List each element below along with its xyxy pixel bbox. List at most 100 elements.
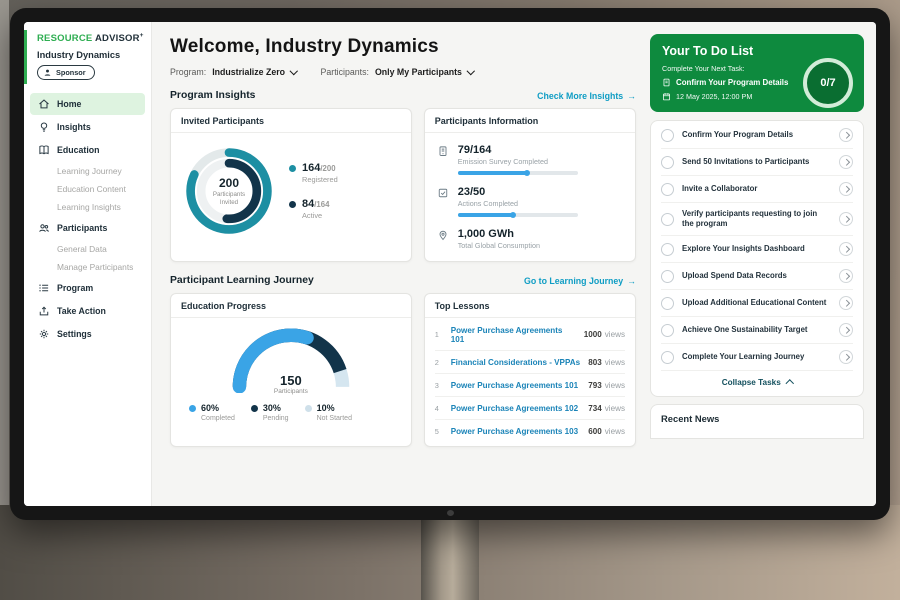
sidebar-item-learning-journey[interactable]: Learning Journey: [30, 162, 145, 180]
sidebar-item-learning-insights[interactable]: Learning Insights: [30, 198, 145, 216]
sidebar-item-participants[interactable]: Participants: [30, 217, 145, 239]
views-suffix: views: [605, 381, 625, 390]
stat-content: 79/164 Emission Survey Completed: [458, 144, 578, 175]
education-progress-card: Education Progress 150 Parti: [170, 293, 412, 447]
sidebar-item-take-action[interactable]: Take Action: [30, 300, 145, 322]
logo-plus: +: [140, 32, 144, 39]
chevron-right-icon: [843, 327, 849, 333]
calendar-icon: [662, 92, 671, 101]
task-row-verify-participants[interactable]: Verify participants requesting to join t…: [661, 203, 853, 236]
lesson-views: 803views: [588, 358, 625, 367]
sidebar-item-education-content[interactable]: Education Content: [30, 180, 145, 198]
checkbox-circle-icon[interactable]: [661, 183, 674, 196]
checkbox-circle-icon[interactable]: [661, 129, 674, 142]
views-value: 803: [588, 358, 602, 367]
pending-label: Pending: [263, 415, 289, 422]
program-select-value: Industrialize Zero: [212, 67, 285, 77]
task-row-achieve-sustainability-target[interactable]: Achieve One Sustainability Target: [661, 317, 853, 344]
recent-news-card: Recent News: [650, 404, 864, 439]
legend-dot-not-started: [305, 405, 312, 412]
task-row-complete-learning-journey[interactable]: Complete Your Learning Journey: [661, 344, 853, 371]
task-row-upload-spend-data[interactable]: Upload Spend Data Records: [661, 263, 853, 290]
registered-label: Registered: [302, 175, 338, 184]
actions-completed-value: 23/50: [458, 186, 578, 198]
task-label: Complete Your Learning Journey: [682, 352, 831, 362]
participants-filter: Participants: Only My Participants: [321, 67, 474, 77]
monitor-logo-dot: [447, 510, 454, 516]
sidebar-item-education[interactable]: Education: [30, 139, 145, 161]
checkbox-circle-icon[interactable]: [661, 156, 674, 169]
task-open-button[interactable]: [839, 242, 853, 256]
task-row-confirm-program[interactable]: Confirm Your Program Details: [661, 122, 853, 149]
active-label: Active: [302, 211, 329, 220]
insights-icon: [38, 121, 50, 133]
task-open-button[interactable]: [839, 212, 853, 226]
task-open-button[interactable]: [839, 155, 853, 169]
task-open-button[interactable]: [839, 128, 853, 142]
program-icon: [38, 282, 50, 294]
checkbox-circle-icon[interactable]: [661, 270, 674, 283]
sidebar-item-settings[interactable]: Settings: [30, 323, 145, 345]
lesson-link[interactable]: Financial Considerations - VPPAs: [451, 358, 581, 367]
legend-text: 164/200 Registered: [302, 162, 338, 184]
task-open-button[interactable]: [839, 296, 853, 310]
task-open-button[interactable]: [839, 350, 853, 364]
todo-next-task-label: Confirm Your Program Details: [676, 78, 788, 87]
actions-completed-progressbar: [458, 213, 578, 217]
completed-label: Completed: [201, 415, 235, 422]
views-suffix: views: [605, 404, 625, 413]
lesson-views: 600views: [588, 427, 625, 436]
program-select[interactable]: Industrialize Zero: [212, 67, 296, 77]
lesson-link[interactable]: Power Purchase Agreements 103: [451, 427, 581, 436]
not-started-value: 10%: [317, 403, 335, 413]
learning-journey-header: Participant Learning Journey Go to Learn…: [170, 275, 636, 286]
task-open-button[interactable]: [839, 269, 853, 283]
monitor-bezel: RESOURCE ADVISOR+ Industry Dynamics Spon…: [10, 8, 890, 520]
checkbox-circle-icon[interactable]: [661, 243, 674, 256]
chevron-up-icon: [786, 380, 794, 388]
task-open-button[interactable]: [839, 323, 853, 337]
collapse-tasks-button[interactable]: Collapse Tasks: [661, 371, 853, 395]
sidebar-item-label: Participants: [57, 223, 107, 233]
emission-survey-progressbar: [458, 171, 578, 175]
checkbox-circle-icon[interactable]: [661, 324, 674, 337]
take-action-icon: [38, 305, 50, 317]
org-name: Industry Dynamics: [37, 50, 145, 60]
content-area: Welcome, Industry Dynamics Program: Indu…: [152, 22, 876, 506]
check-more-insights-link[interactable]: Check More Insights →: [537, 91, 636, 101]
task-open-button[interactable]: [839, 182, 853, 196]
views-value: 600: [588, 427, 602, 436]
checkbox-circle-icon[interactable]: [661, 297, 674, 310]
program-insights-cards: Invited Participants 200: [170, 108, 636, 262]
go-to-learning-journey-link[interactable]: Go to Learning Journey →: [524, 276, 636, 286]
lesson-link[interactable]: Power Purchase Agreements 101: [451, 381, 581, 390]
views-suffix: views: [605, 427, 625, 436]
sidebar-item-insights[interactable]: Insights: [30, 116, 145, 138]
active-total: /164: [314, 200, 329, 209]
invited-card-body: 200 Participants Invited 164/200 Registe: [171, 133, 411, 251]
legend-item-completed: 60% Completed: [189, 403, 235, 422]
lesson-link[interactable]: Power Purchase Agreements 102: [451, 404, 581, 413]
sponsor-badge: Sponsor: [37, 65, 95, 80]
todo-summary-card: Your To Do List Complete Your Next Task:…: [650, 34, 864, 112]
sponsor-icon: [43, 68, 52, 77]
stat-emission-survey: 79/164 Emission Survey Completed: [437, 144, 623, 175]
task-label: Explore Your Insights Dashboard: [682, 244, 831, 254]
participants-select[interactable]: Only My Participants: [375, 67, 474, 77]
invited-card-title: Invited Participants: [171, 109, 411, 133]
task-row-send-invitations[interactable]: Send 50 Invitations to Participants: [661, 149, 853, 176]
sidebar-item-program[interactable]: Program: [30, 277, 145, 299]
info-card-title: Participants Information: [425, 109, 635, 133]
lesson-row: 4 Power Purchase Agreements 102 734views: [435, 397, 625, 420]
sidebar-item-manage-participants[interactable]: Manage Participants: [30, 258, 145, 276]
task-row-explore-insights[interactable]: Explore Your Insights Dashboard: [661, 236, 853, 263]
checkbox-circle-icon[interactable]: [661, 213, 674, 226]
task-row-upload-educational-content[interactable]: Upload Additional Educational Content: [661, 290, 853, 317]
sidebar-item-general-data[interactable]: General Data: [30, 240, 145, 258]
stat-global-consumption: 1,000 GWh Total Global Consumption: [437, 228, 623, 250]
lesson-link[interactable]: Power Purchase Agreements 101: [451, 326, 576, 344]
sidebar-item-home[interactable]: Home: [30, 93, 145, 115]
task-row-invite-collaborator[interactable]: Invite a Collaborator: [661, 176, 853, 203]
checkbox-circle-icon[interactable]: [661, 351, 674, 364]
lesson-views: 1000views: [584, 330, 625, 339]
